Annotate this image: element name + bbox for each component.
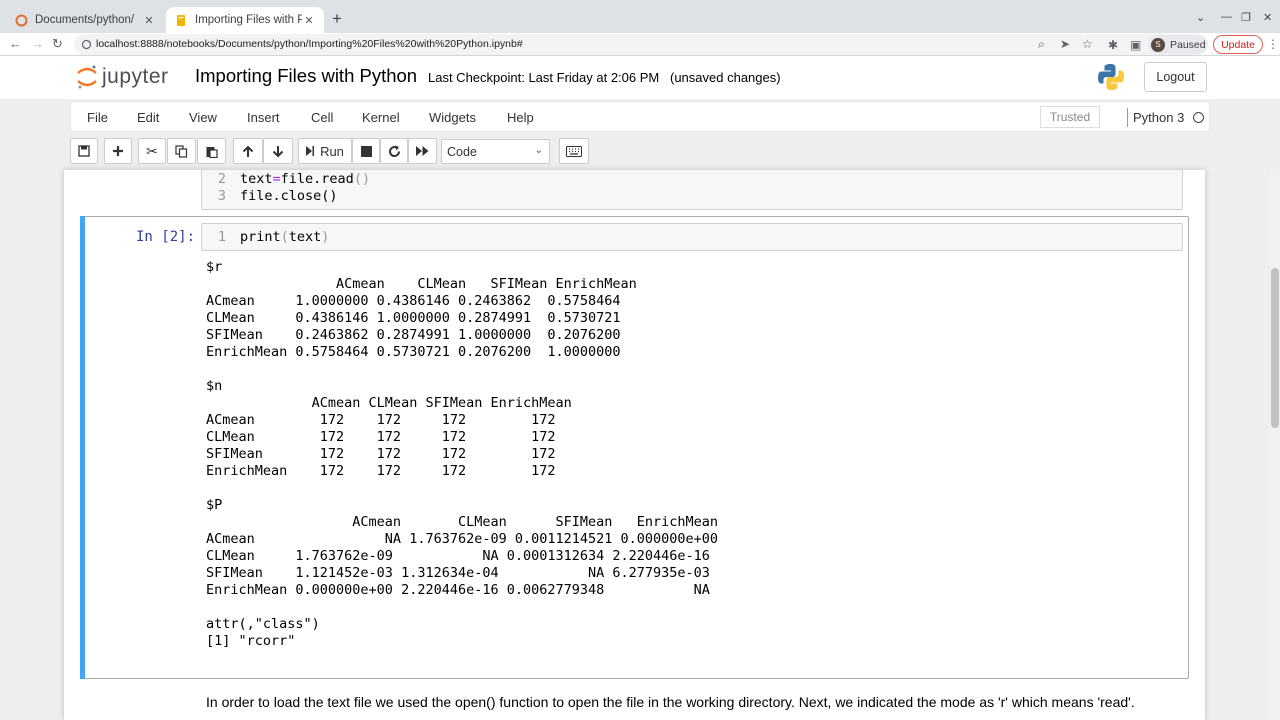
- close-window-icon[interactable]: ✕: [1263, 11, 1272, 24]
- forward-icon[interactable]: →: [31, 36, 44, 52]
- fast-forward-icon: [415, 146, 428, 156]
- page-scrollbar[interactable]: [1270, 170, 1280, 720]
- menu-help[interactable]: Help: [507, 110, 534, 125]
- copy-button[interactable]: [167, 138, 196, 164]
- menu-kebab-icon[interactable]: ⋮: [1267, 37, 1279, 51]
- info-icon: [82, 39, 91, 50]
- profile-status: Paused: [1170, 38, 1206, 51]
- python-logo-icon: [1098, 64, 1124, 90]
- notebook-container: 2 text=file.read() 3 file.close() In [2]…: [64, 170, 1205, 720]
- move-up-button[interactable]: [233, 138, 263, 164]
- tab-title: Documents/python/: [35, 14, 135, 26]
- update-button[interactable]: Update: [1213, 35, 1263, 54]
- menu-cell[interactable]: Cell: [311, 110, 333, 125]
- close-tab-icon[interactable]: ✕: [142, 14, 156, 27]
- chevron-down-icon: ⌄: [534, 145, 543, 156]
- command-palette-button[interactable]: [559, 138, 589, 164]
- autosave-status: (unsaved changes): [670, 70, 781, 85]
- profile-button[interactable]: S Paused: [1148, 35, 1208, 54]
- address-bar[interactable]: localhost:8888/notebooks/Documents/pytho…: [74, 34, 1206, 55]
- tab-search-icon[interactable]: ⌄: [1196, 11, 1205, 24]
- menu-widgets[interactable]: Widgets: [429, 110, 476, 125]
- menu-edit[interactable]: Edit: [137, 110, 159, 125]
- minimize-icon[interactable]: —: [1221, 11, 1232, 23]
- cut-button[interactable]: ✂: [138, 138, 166, 164]
- input-prompt: In [2]:: [136, 229, 196, 245]
- cell-output: $r ACmean CLMean SFIMean EnrichMean ACme…: [206, 259, 719, 649]
- markdown-cell-text[interactable]: In order to load the text file we used t…: [206, 694, 1135, 710]
- run-button[interactable]: Run: [298, 138, 352, 164]
- scissors-icon: ✂: [146, 142, 158, 159]
- keyboard-icon: [566, 145, 582, 157]
- menu-file[interactable]: File: [87, 110, 108, 125]
- jupyter-header: jupyter Importing Files with Python Last…: [0, 56, 1280, 99]
- kernel-idle-icon: [1193, 112, 1204, 123]
- run-label: Run: [320, 143, 344, 159]
- code-line: file.close(): [240, 188, 338, 204]
- code-cell-input[interactable]: 1 print(text): [201, 223, 1183, 251]
- browser-tab-bar: Documents/python/ ✕ Importing Files with…: [0, 0, 1280, 33]
- jupyter-wordmark: jupyter: [102, 65, 169, 88]
- jupyter-logo[interactable]: jupyter: [76, 64, 169, 90]
- menu-view[interactable]: View: [189, 110, 217, 125]
- line-number: 2: [217, 171, 226, 187]
- notebook-title[interactable]: Importing Files with Python: [195, 65, 417, 87]
- send-icon[interactable]: ➤: [1060, 37, 1070, 51]
- paste-button[interactable]: [197, 138, 226, 164]
- copy-icon: [175, 144, 188, 158]
- menubar: File Edit View Insert Cell Kernel Widget…: [70, 101, 1210, 132]
- menu-insert[interactable]: Insert: [247, 110, 280, 125]
- move-down-button[interactable]: [263, 138, 293, 164]
- scrollbar-thumb[interactable]: [1271, 268, 1279, 428]
- zoom-icon[interactable]: ⌕: [1038, 37, 1045, 52]
- tab-title: Importing Files with Pytho: [195, 14, 302, 26]
- code-line: text=file.read(): [240, 171, 371, 187]
- insert-cell-button[interactable]: [104, 138, 132, 164]
- arrow-up-icon: [242, 145, 254, 157]
- save-button[interactable]: [70, 138, 98, 164]
- jupyter-logo-icon: [77, 65, 97, 89]
- kernel-divider: [1127, 108, 1128, 127]
- notebook-favicon-icon: [174, 13, 188, 27]
- line-number: 3: [217, 188, 226, 204]
- plus-icon: [113, 146, 123, 156]
- avatar: S: [1151, 37, 1165, 52]
- side-panel-icon[interactable]: ▣: [1130, 37, 1141, 53]
- browser-tab-notebook[interactable]: Importing Files with Pytho ✕: [166, 7, 324, 33]
- browser-toolbar: ← → ↻ localhost:8888/notebooks/Documents…: [0, 33, 1280, 56]
- bookmark-star-icon[interactable]: ☆: [1082, 37, 1093, 51]
- kernel-name[interactable]: Python 3: [1133, 110, 1184, 125]
- maximize-icon[interactable]: ❐: [1241, 11, 1251, 24]
- cell-type-value: Code: [447, 144, 477, 159]
- restart-run-all-button[interactable]: [408, 138, 437, 164]
- line-number: 1: [217, 229, 226, 245]
- code-line: print(text): [240, 229, 330, 245]
- jupyter-favicon-icon: [14, 13, 28, 27]
- close-tab-icon[interactable]: ✕: [302, 14, 316, 27]
- stop-icon: [360, 145, 372, 157]
- arrow-down-icon: [272, 145, 284, 157]
- cell-selection-bar: [80, 216, 85, 679]
- step-forward-icon: [306, 146, 315, 156]
- trusted-indicator[interactable]: Trusted: [1040, 106, 1100, 128]
- extensions-icon[interactable]: ✱: [1108, 37, 1118, 53]
- paste-icon: [206, 146, 218, 158]
- browser-tab-documents[interactable]: Documents/python/ ✕: [6, 7, 164, 33]
- restart-icon: [388, 145, 400, 157]
- restart-kernel-button[interactable]: [380, 138, 408, 164]
- url-text: localhost:8888/notebooks/Documents/pytho…: [96, 38, 523, 50]
- previous-cell-input[interactable]: 2 text=file.read() 3 file.close(): [201, 170, 1183, 210]
- menu-kernel[interactable]: Kernel: [362, 110, 400, 125]
- cell-type-select[interactable]: Code ⌄: [441, 139, 550, 164]
- back-icon[interactable]: ←: [9, 36, 22, 52]
- checkpoint-status: Last Checkpoint: Last Friday at 2:06 PM: [428, 70, 660, 85]
- interrupt-button[interactable]: [352, 138, 380, 164]
- new-tab-button[interactable]: +: [332, 10, 342, 28]
- logout-button[interactable]: Logout: [1144, 62, 1207, 92]
- save-icon: [78, 145, 90, 157]
- reload-icon[interactable]: ↻: [52, 36, 63, 52]
